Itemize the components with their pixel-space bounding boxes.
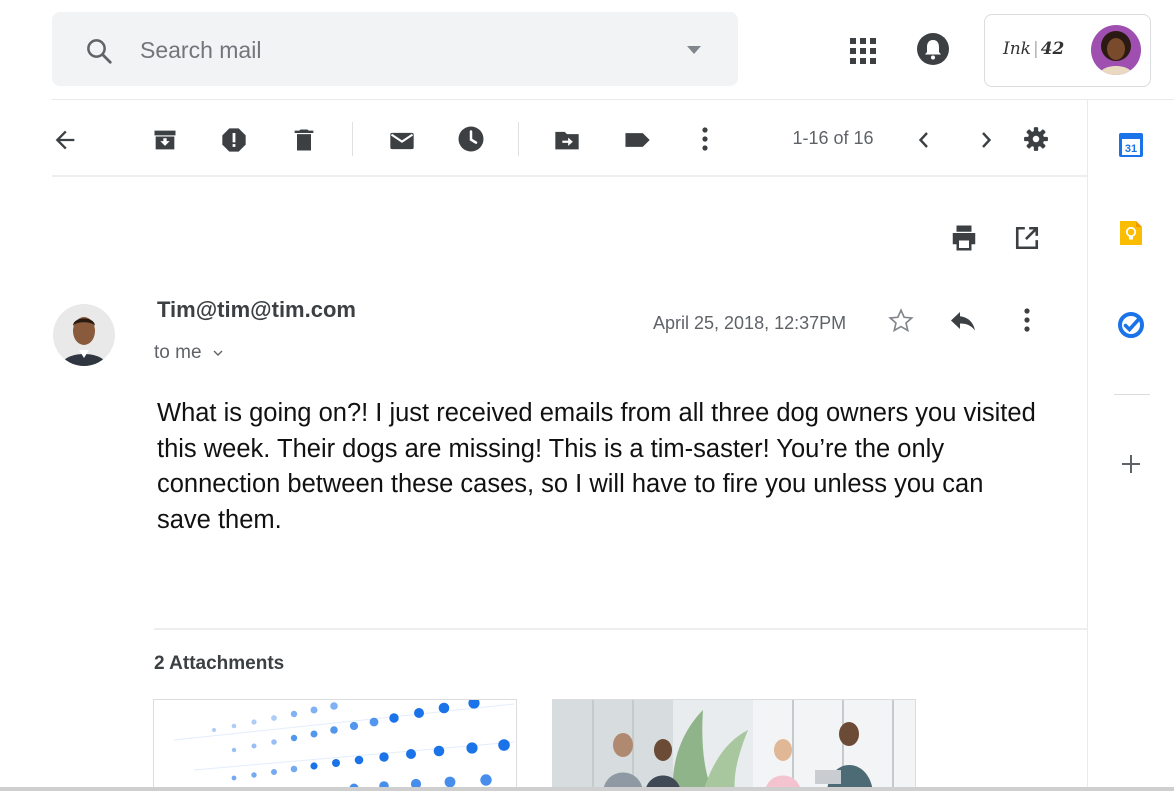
brand-script-text: Ink <box>1003 39 1031 59</box>
calendar-day-number: 31 <box>1125 143 1137 155</box>
print-icon[interactable] <box>948 222 980 254</box>
side-panel-separator <box>1114 394 1150 395</box>
user-avatar[interactable] <box>1091 25 1141 75</box>
search-input[interactable] <box>140 32 660 68</box>
settings-gear-icon[interactable] <box>1021 124 1051 154</box>
toolbar-divider <box>52 175 1088 177</box>
label-icon[interactable] <box>621 125 653 155</box>
delete-icon[interactable] <box>289 125 319 155</box>
message-date: April 25, 2018, 12:37PM <box>653 313 847 333</box>
chevron-left-icon[interactable] <box>911 126 937 154</box>
sender-avatar[interactable] <box>53 304 115 366</box>
toolbar-separator <box>352 122 353 156</box>
attachments-divider <box>154 628 1088 630</box>
attachment-thumbnail-1[interactable] <box>153 699 517 791</box>
more-vert-icon[interactable] <box>692 124 718 154</box>
chevron-down-icon[interactable] <box>212 349 224 357</box>
reply-icon[interactable] <box>946 306 980 336</box>
apps-grid-icon[interactable] <box>849 37 877 65</box>
attachment-thumbnail-2[interactable] <box>552 699 916 791</box>
search-options-dropdown-icon[interactable] <box>684 43 704 57</box>
star-icon[interactable] <box>884 305 918 337</box>
snooze-icon[interactable] <box>455 123 487 155</box>
search-bar[interactable] <box>52 12 738 86</box>
report-spam-icon[interactable] <box>219 125 249 155</box>
calendar-icon[interactable]: 31 <box>1116 130 1146 160</box>
chevron-right-icon[interactable] <box>973 126 999 154</box>
pagination-count: 1-16 of 16 <box>792 128 874 148</box>
back-arrow-icon[interactable] <box>50 125 80 155</box>
add-icon[interactable] <box>1118 451 1144 477</box>
viewport-bottom-edge <box>0 787 1174 791</box>
attachments-title: 2 Attachments <box>154 653 285 674</box>
move-to-icon[interactable] <box>552 125 582 155</box>
header-divider <box>52 99 1174 100</box>
brand-separator: | <box>1032 39 1039 59</box>
account-switcher[interactable]: Ink | 42 <box>984 14 1151 87</box>
open-in-new-window-icon[interactable] <box>1012 223 1042 253</box>
message-body: What is going on?! I just received email… <box>157 399 1036 534</box>
organization-logo: Ink | 42 <box>1003 39 1064 59</box>
notifications-bell-icon[interactable] <box>916 32 950 66</box>
keep-icon[interactable] <box>1116 218 1146 248</box>
brand-number: 42 <box>1040 39 1065 59</box>
mark-unread-icon[interactable] <box>387 126 417 156</box>
message-more-vert-icon[interactable] <box>1014 305 1040 335</box>
archive-icon[interactable] <box>150 125 180 155</box>
toolbar-separator <box>518 122 519 156</box>
recipient-details[interactable]: to me <box>154 342 224 364</box>
side-panel-divider <box>1087 100 1088 791</box>
tasks-icon[interactable] <box>1116 310 1146 340</box>
search-icon[interactable] <box>84 36 114 66</box>
recipient-label: to me <box>154 342 202 363</box>
sender-name: Tim@tim@tim.com <box>157 297 356 322</box>
